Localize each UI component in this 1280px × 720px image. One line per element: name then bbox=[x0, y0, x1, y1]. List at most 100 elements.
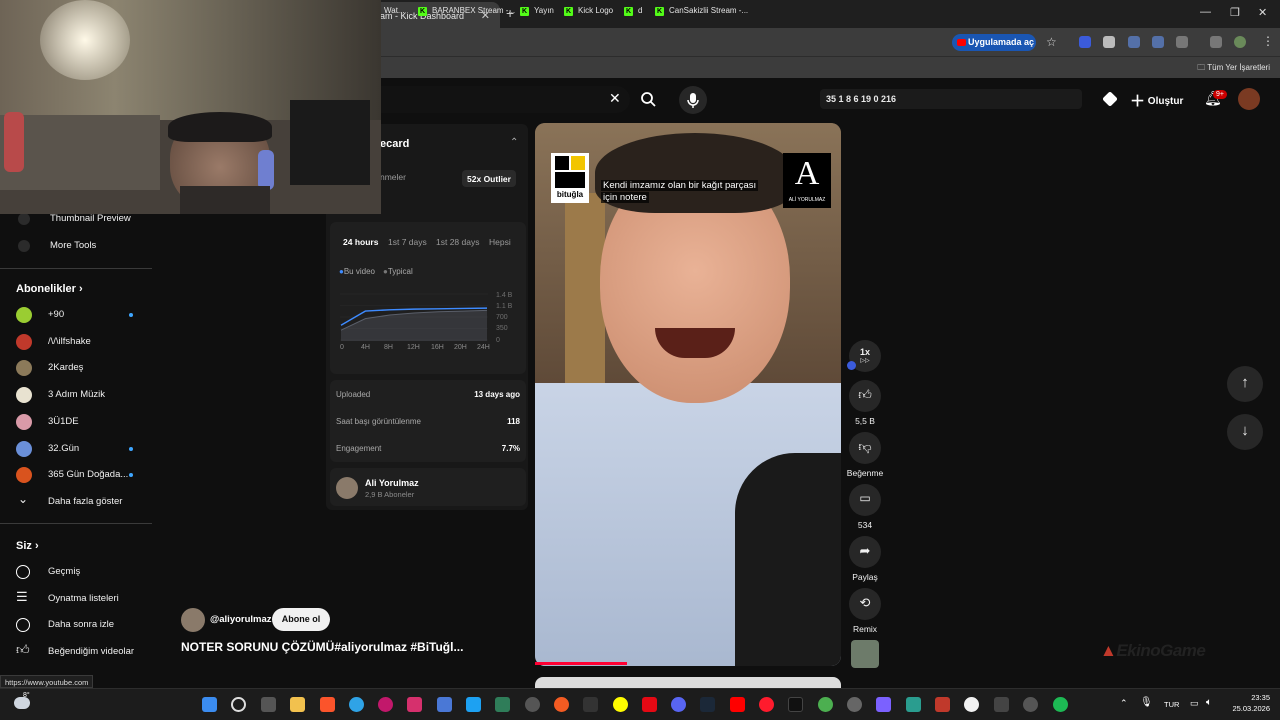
app-icon[interactable] bbox=[495, 697, 510, 712]
discord-icon[interactable] bbox=[671, 697, 686, 712]
channel-avatar[interactable] bbox=[181, 608, 205, 632]
sidebar-item-liked-videos[interactable]: 👍︎ Beğendiğim videolar bbox=[0, 640, 152, 664]
extension-icon[interactable] bbox=[1152, 36, 1164, 48]
bookmark-item[interactable]: K Kick Logo bbox=[564, 6, 613, 16]
instagram-icon[interactable] bbox=[407, 697, 422, 712]
steam-icon[interactable] bbox=[700, 697, 715, 712]
show-more-button[interactable]: ⌄ Daha fazla göster bbox=[0, 490, 152, 514]
app-icon[interactable] bbox=[554, 697, 569, 712]
subscriptions-heading[interactable]: Abonelikler › bbox=[16, 283, 83, 295]
collapse-icon[interactable]: ⌃ bbox=[510, 137, 518, 148]
sidebar-item-channel[interactable]: 2Kardeş bbox=[0, 356, 152, 380]
media-player-icon[interactable] bbox=[378, 697, 393, 712]
remix-button[interactable]: ⟲ bbox=[849, 588, 881, 620]
extension-icon[interactable] bbox=[1079, 36, 1091, 48]
puzzle-icon[interactable] bbox=[1176, 36, 1188, 48]
start-icon[interactable] bbox=[202, 697, 217, 712]
sound-thumbnail[interactable] bbox=[851, 640, 879, 668]
all-bookmarks-button[interactable]: 🗀 Tüm Yer İşaretleri bbox=[1197, 62, 1270, 76]
stats-toolbar[interactable]: 35 1 8 6 19 0 216 bbox=[820, 89, 1082, 109]
avatar[interactable] bbox=[1238, 88, 1260, 110]
bookmark-item[interactable]: K BARANBEX Stream -... bbox=[418, 6, 515, 16]
share-button[interactable]: ➦ bbox=[849, 536, 881, 568]
shield-extension-icon[interactable] bbox=[1103, 36, 1115, 48]
language-indicator[interactable]: TUR bbox=[1164, 700, 1179, 709]
tab-first-28-days[interactable]: 1st 28 days bbox=[436, 237, 479, 247]
clock[interactable]: 23:35 25.03.2026 bbox=[1226, 692, 1270, 714]
volume-icon[interactable]: 🔈︎ bbox=[1206, 697, 1212, 708]
dislike-button[interactable]: 👎︎ bbox=[849, 432, 881, 464]
search-icon[interactable] bbox=[640, 91, 657, 108]
menu-dots-icon[interactable]: ⋮ bbox=[1262, 34, 1274, 48]
sidebar-item-watch-later[interactable]: Daha sonra izle bbox=[0, 613, 152, 637]
file-explorer-icon[interactable] bbox=[290, 697, 305, 712]
sidebar-item-channel[interactable]: 3Ü1DE bbox=[0, 410, 152, 434]
weather-temp: 8° bbox=[23, 692, 30, 699]
edge-icon[interactable] bbox=[349, 697, 364, 712]
app-icon[interactable] bbox=[935, 697, 950, 712]
sidebar-item-playlists[interactable]: ☰ Oynatma listeleri bbox=[0, 587, 152, 611]
snapchat-icon[interactable] bbox=[613, 697, 628, 712]
netflix-icon[interactable] bbox=[642, 697, 657, 712]
you-heading[interactable]: Siz › bbox=[16, 540, 39, 552]
voice-search-button[interactable] bbox=[679, 86, 707, 114]
tray-overflow-icon[interactable]: ⌃ bbox=[1120, 698, 1128, 709]
sidebar-item-channel[interactable]: 32.Gün bbox=[0, 437, 152, 461]
tab-24-hours[interactable]: 24 hours bbox=[343, 237, 378, 247]
bookmark-item[interactable]: Wat... bbox=[384, 6, 405, 15]
comments-button[interactable]: ▭ bbox=[849, 484, 881, 516]
open-in-app-button[interactable]: Uygulamada aç bbox=[952, 34, 1036, 51]
previous-short-button[interactable]: ↑ bbox=[1227, 366, 1263, 402]
star-bookmark-icon[interactable]: ☆ bbox=[1046, 35, 1057, 49]
minimize-icon[interactable]: — bbox=[1200, 6, 1211, 18]
profile-avatar[interactable] bbox=[1234, 36, 1246, 48]
app-icon[interactable] bbox=[876, 697, 891, 712]
maximize-icon[interactable]: ❐ bbox=[1230, 6, 1240, 19]
search-input[interactable] bbox=[370, 86, 630, 113]
sidebar-item-channel[interactable]: /\/\ilfshake bbox=[0, 330, 152, 354]
like-button[interactable]: 👍︎ bbox=[849, 380, 881, 412]
app-icon[interactable] bbox=[906, 697, 921, 712]
youtube-icon bbox=[957, 39, 966, 46]
task-view-icon[interactable] bbox=[261, 697, 276, 712]
epic-games-icon[interactable] bbox=[583, 697, 598, 712]
sidebar-item-more-tools[interactable]: More Tools bbox=[0, 234, 152, 258]
channel-card[interactable] bbox=[330, 468, 526, 506]
sidebar-item-channel[interactable]: 3 Adım Müzik bbox=[0, 383, 152, 407]
app-icon[interactable] bbox=[525, 697, 540, 712]
network-icon[interactable]: ▭ bbox=[1190, 698, 1199, 709]
opera-icon[interactable] bbox=[759, 697, 774, 712]
sidebar-item-history[interactable]: Geçmiş bbox=[0, 560, 152, 584]
tab-all[interactable]: Hepsi bbox=[489, 237, 511, 247]
sidebar-item-channel[interactable]: 365 Gün Doğada... bbox=[0, 463, 152, 487]
channel-handle[interactable]: @aliyorulmaz bbox=[210, 614, 272, 625]
close-window-icon[interactable]: ✕ bbox=[1258, 6, 1267, 19]
tiktok-icon[interactable] bbox=[788, 697, 803, 712]
app-icon[interactable] bbox=[994, 697, 1009, 712]
obs-icon[interactable] bbox=[847, 697, 862, 712]
spotify-icon[interactable] bbox=[1053, 697, 1068, 712]
mic-tray-icon[interactable]: 🎙︎ bbox=[1140, 697, 1153, 708]
playlist-icon[interactable] bbox=[1210, 36, 1222, 48]
bookmark-item[interactable]: Kd bbox=[624, 6, 642, 16]
yandex-icon[interactable] bbox=[964, 697, 979, 712]
tab-first-7-days[interactable]: 1st 7 days bbox=[388, 237, 427, 247]
chrome-icon[interactable] bbox=[818, 697, 833, 712]
store-icon[interactable] bbox=[437, 697, 452, 712]
shorts-video-player[interactable]: bituğla A ALİ YORULMAZ Kendi imzamız ola… bbox=[535, 123, 841, 666]
twitter-icon[interactable] bbox=[466, 697, 481, 712]
subscribe-button[interactable]: Abone ol bbox=[272, 608, 330, 631]
clear-search-icon[interactable]: ✕ bbox=[609, 90, 621, 107]
video-title[interactable]: NOTER SORUNU ÇÖZÜMÜ#aliyorulmaz #BiTuğl.… bbox=[181, 640, 463, 654]
youtube-icon[interactable] bbox=[730, 697, 745, 712]
brave-icon[interactable] bbox=[320, 697, 335, 712]
search-icon[interactable] bbox=[231, 697, 246, 712]
next-short-button[interactable]: ↓ bbox=[1227, 414, 1263, 450]
bookmark-item[interactable]: K CanSakizlii Stream -... bbox=[655, 6, 748, 16]
bookmark-item[interactable]: K Yayın bbox=[520, 6, 554, 16]
video-progress-bar[interactable] bbox=[535, 662, 627, 665]
create-button[interactable]: ＋ Oluştur bbox=[1130, 90, 1183, 111]
settings-icon[interactable] bbox=[1023, 697, 1038, 712]
sidebar-item-channel[interactable]: +90 bbox=[0, 303, 152, 327]
extension-icon[interactable] bbox=[1128, 36, 1140, 48]
